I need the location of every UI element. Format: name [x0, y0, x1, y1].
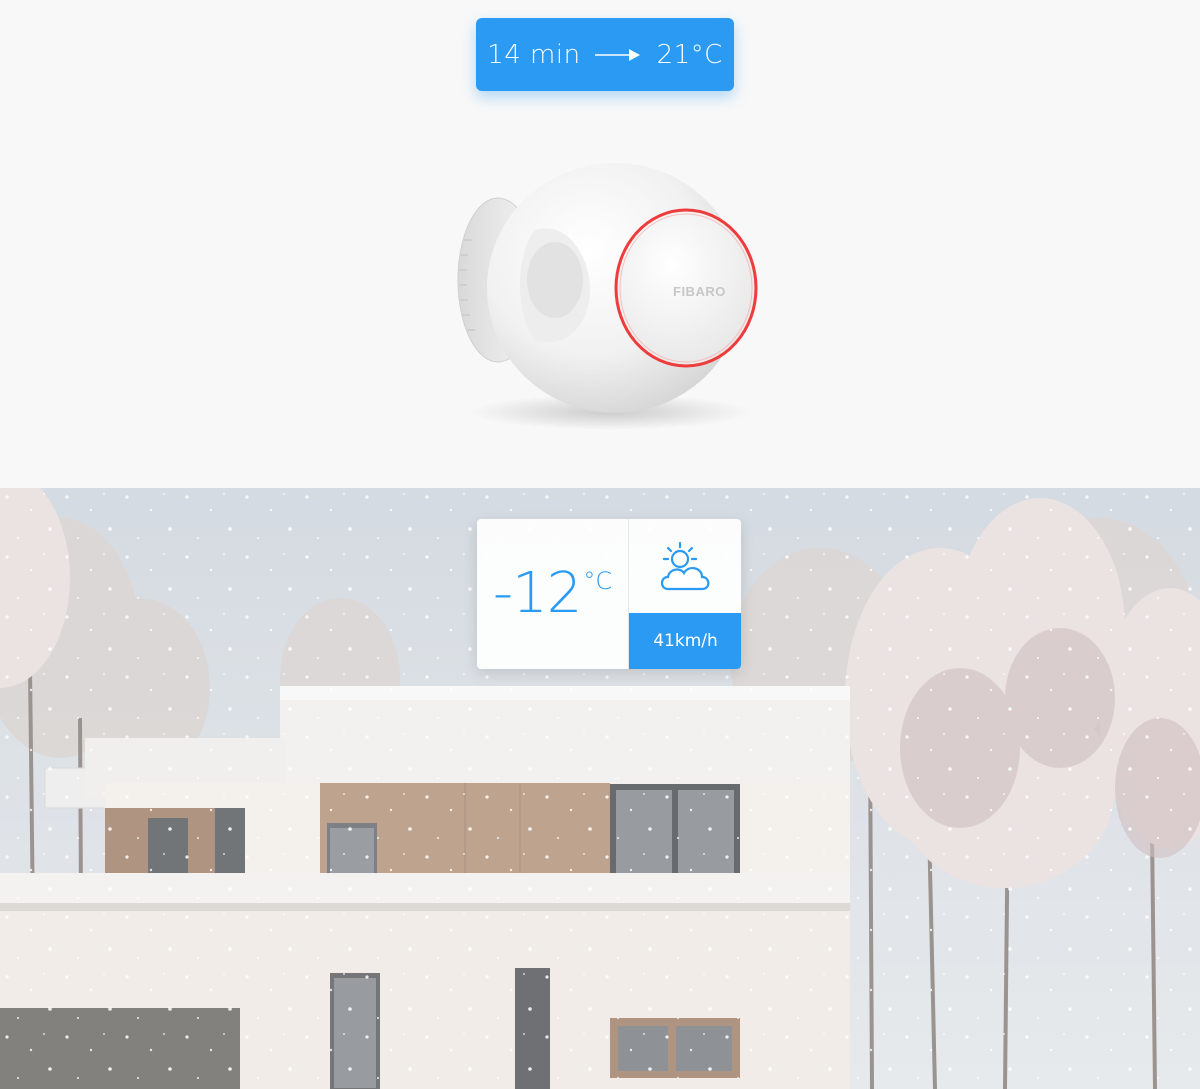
temperature-unit: °C: [583, 567, 613, 595]
wind-speed: 41km/h: [629, 613, 741, 669]
outdoor-temperature: -12 °C: [477, 519, 628, 669]
temperature-value: -12: [492, 561, 582, 626]
heating-time-badge: 14 min 21°C: [476, 18, 734, 91]
target-temperature: 21°C: [656, 39, 723, 70]
partly-cloudy-icon: [656, 539, 716, 599]
heating-duration: 14 min: [487, 39, 581, 70]
thermostatic-head-image: FIBARO: [440, 150, 770, 440]
product-section: 14 min 21°C FIBARO: [0, 0, 1200, 488]
long-arrow-right-icon: [594, 48, 641, 62]
weather-conditions: 41km/h: [628, 519, 741, 669]
brand-label: FIBARO: [673, 284, 726, 299]
weather-widget: -12 °C 41km/h: [477, 519, 741, 669]
